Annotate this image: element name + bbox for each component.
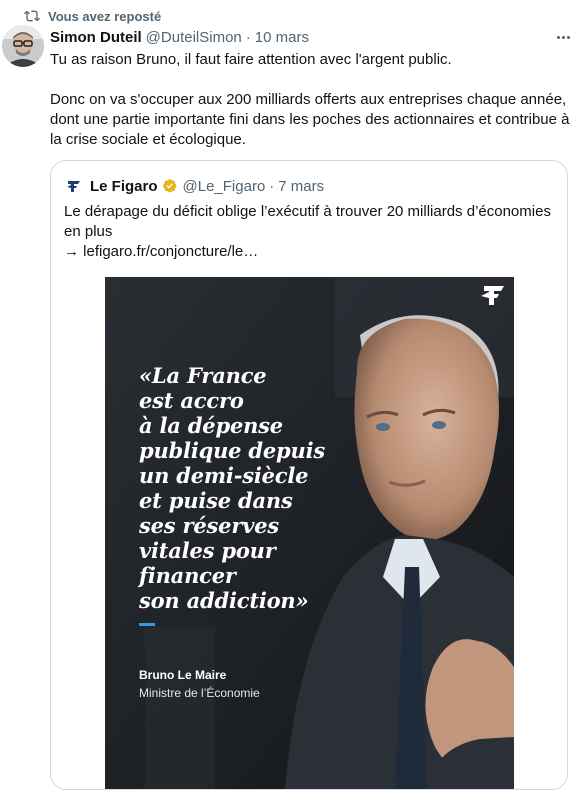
repost-indicator: Vous avez reposté — [24, 7, 161, 25]
quote-line: son addiction» — [139, 588, 309, 613]
separator-dot: · — [245, 28, 251, 46]
author-handle[interactable]: @DuteilSimon — [146, 29, 242, 46]
quote-link[interactable]: → lefigaro.fr/conjoncture/le… — [64, 242, 554, 262]
quoted-tweet[interactable]: Le Figaro @Le_Figaro · 7 mars Le dérapag… — [50, 160, 568, 790]
speaker-role: Ministre de l’Économie — [139, 686, 260, 700]
more-dots-icon — [556, 35, 560, 39]
repost-icon — [24, 8, 40, 24]
separator-dot: · — [269, 177, 275, 195]
quote-line: à la dépense — [139, 413, 283, 438]
quote-header: Le Figaro @Le_Figaro · 7 mars — [66, 177, 324, 195]
tweet-time[interactable]: 10 mars — [255, 29, 309, 46]
tweet-paragraph: Tu as raison Bruno, il faut faire attent… — [50, 51, 452, 68]
le-figaro-watermark-icon — [481, 286, 504, 305]
author-name[interactable]: Simon Duteil — [50, 29, 142, 46]
accent-divider — [139, 623, 155, 626]
quote-author-name[interactable]: Le Figaro — [90, 178, 158, 195]
avatar[interactable] — [2, 25, 44, 67]
image-quote: «La France est accro à la dépense publiq… — [139, 363, 325, 613]
quote-line: ses réserves — [139, 513, 279, 538]
quote-line: vitales pour — [139, 538, 276, 563]
quote-text: Le dérapage du déficit oblige l’exécutif… — [64, 202, 554, 262]
quote-line: publique depuis — [139, 438, 326, 463]
quote-author-handle[interactable]: @Le_Figaro — [183, 178, 266, 195]
tweet-text: Tu as raison Bruno, il faut faire attent… — [50, 50, 570, 150]
le-figaro-logo-icon — [66, 178, 82, 194]
quote-body: Le dérapage du déficit oblige l’exécutif… — [64, 203, 551, 240]
quote-time[interactable]: 7 mars — [278, 178, 324, 195]
more-options-button[interactable] — [553, 27, 573, 47]
quote-image[interactable]: «La France est accro à la dépense publiq… — [105, 277, 514, 789]
quote-line: «La France — [139, 363, 267, 388]
quote-line: financer — [139, 563, 236, 588]
repost-label: Vous avez reposté — [48, 8, 162, 24]
speaker-name: Bruno Le Maire — [139, 668, 227, 682]
verified-badge-icon — [162, 178, 179, 195]
quote-line: un demi-siècle — [139, 463, 309, 488]
quote-line: et puise dans — [139, 488, 293, 513]
quote-line: est accro — [139, 388, 244, 413]
tweet-header: Simon Duteil @DuteilSimon · 10 mars — [50, 27, 573, 47]
tweet-paragraph: Donc on va s'occuper aux 200 milliards o… — [50, 91, 570, 148]
